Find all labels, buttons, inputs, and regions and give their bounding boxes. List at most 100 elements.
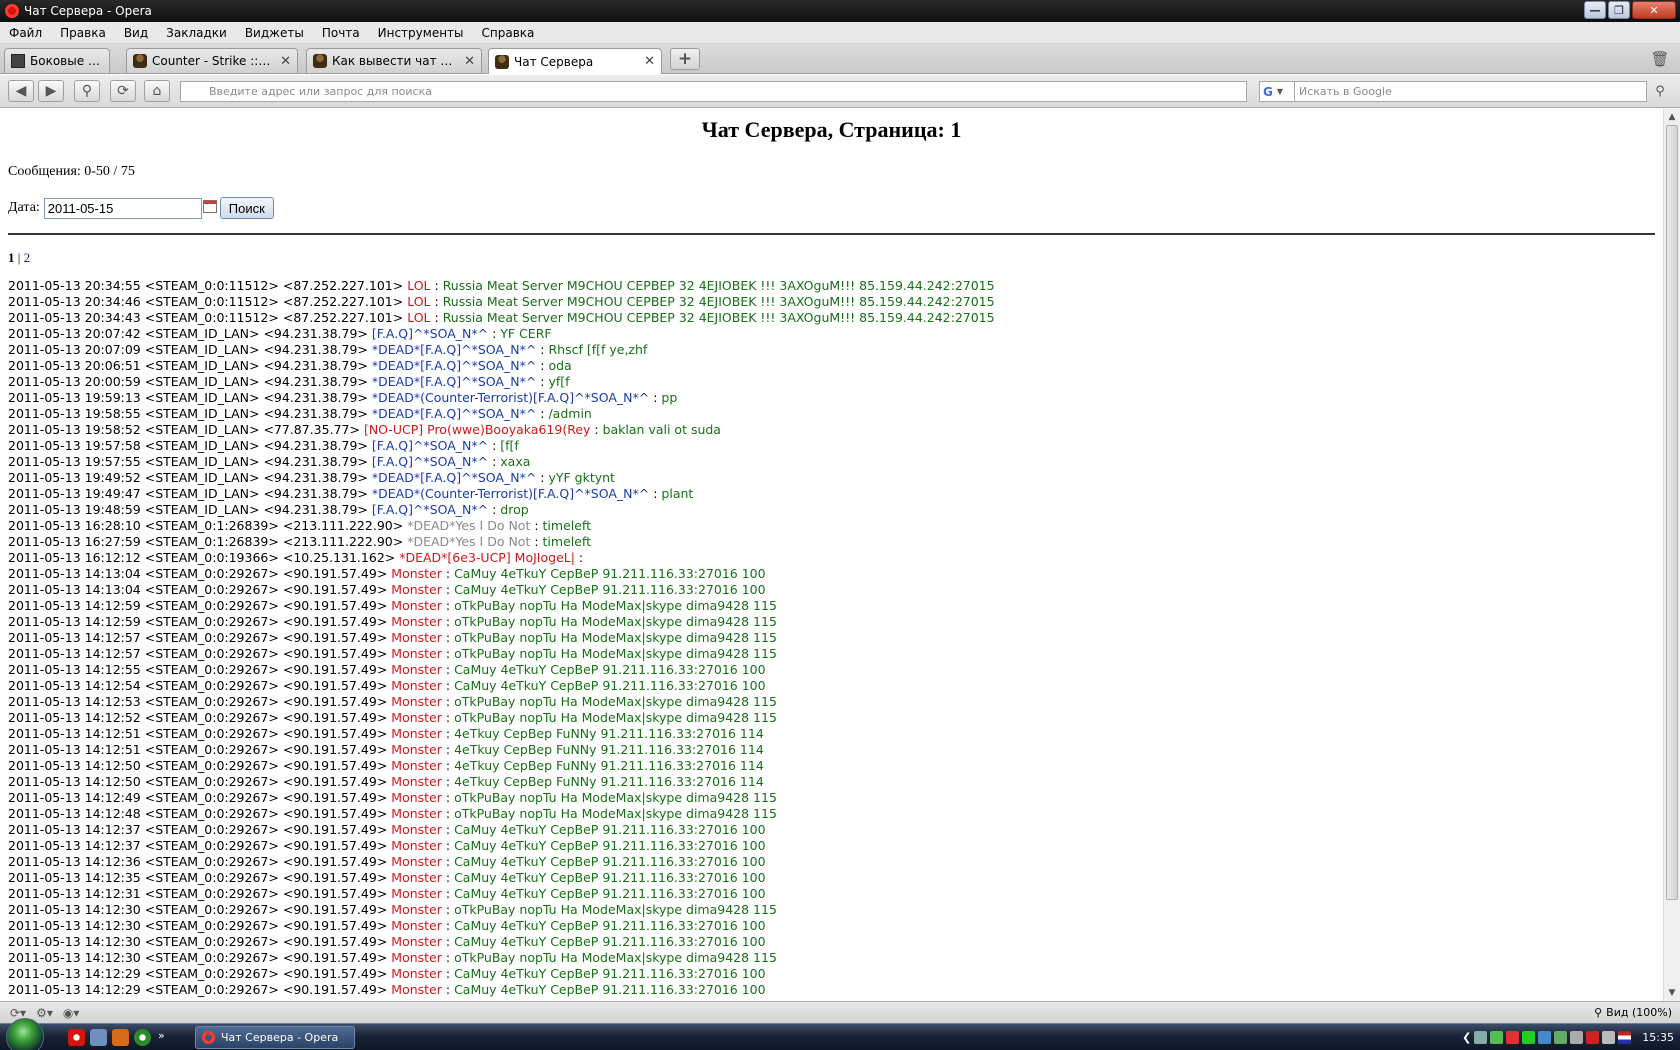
unite-icon[interactable]: ⚙▾ (36, 1006, 53, 1020)
chat-log-row: 2011-05-13 14:12:57 <STEAM_0:0:29267> <9… (8, 630, 995, 646)
volume-tray-icon[interactable] (1602, 1031, 1616, 1044)
start-button[interactable] (6, 1018, 44, 1050)
antivirus-tray-icon[interactable] (1586, 1031, 1600, 1044)
wand-button[interactable]: ⚲ (74, 80, 100, 102)
log-nick: Monster (391, 710, 442, 725)
menu-tools[interactable]: Инструменты (369, 26, 473, 40)
system-tray: ❮ 15:35 (1462, 1024, 1680, 1050)
log-separator: : (441, 582, 455, 597)
menu-file[interactable]: Файл (0, 26, 51, 40)
log-ip: <90.191.57.49> (282, 614, 388, 629)
log-ip: <94.231.38.79> (263, 502, 368, 517)
scroll-thumb[interactable] (1666, 125, 1678, 900)
calendar-icon[interactable] (202, 199, 217, 213)
trash-icon[interactable]: 🗑 (1650, 48, 1670, 70)
log-ip: <90.191.57.49> (282, 646, 388, 661)
close-window-button[interactable]: ✕ (1632, 1, 1676, 19)
page-scrollbar[interactable]: ▲ ▼ (1663, 109, 1680, 1001)
windows-taskbar: » Чат Сервера - Opera ❮ 15:35 (0, 1018, 1680, 1050)
minimize-button[interactable]: — (1584, 1, 1606, 19)
chat-log-row: 2011-05-13 14:12:29 <STEAM_0:0:29267> <9… (8, 966, 995, 982)
menu-bar: Файл Правка Вид Закладки Виджеты Почта И… (0, 22, 1680, 44)
chevron-left-icon[interactable]: ❮ (1462, 1031, 1471, 1044)
log-time: 2011-05-13 14:12:30 (8, 902, 141, 917)
menu-view[interactable]: Вид (115, 26, 157, 40)
search-icon[interactable]: ⚲ (1650, 82, 1670, 101)
log-message: YF CERF (500, 326, 552, 341)
icq-quicklaunch-icon[interactable] (134, 1029, 151, 1046)
scroll-down-arrow-icon[interactable]: ▼ (1664, 985, 1680, 1001)
explorer-quicklaunch-icon[interactable] (90, 1029, 107, 1046)
tab-panels[interactable]: Боковые панели (4, 48, 110, 73)
page-link-2[interactable]: 2 (24, 250, 31, 265)
devices-tray-icon[interactable] (1570, 1031, 1584, 1044)
log-nick: Monster (391, 726, 442, 741)
log-ip: <90.191.57.49> (282, 630, 388, 645)
log-message: 4eTkuy CepBep FuNNy 91.211.116.33:27016 … (454, 742, 764, 757)
opera-tray-icon[interactable] (1506, 1031, 1520, 1044)
log-steam-id: <STEAM_ID_LAN> (144, 358, 260, 373)
opera-quicklaunch-icon[interactable] (68, 1029, 85, 1046)
reload-icon: ⟳ (117, 83, 129, 99)
log-separator: : (441, 726, 455, 741)
network-tray-icon[interactable] (1538, 1031, 1552, 1044)
log-nick: Monster (391, 982, 442, 997)
log-ip: <90.191.57.49> (282, 662, 388, 677)
log-separator: : (441, 742, 455, 757)
log-nick: [F.A.Q]^*SOA_N*^ (371, 502, 489, 517)
log-ip: <90.191.57.49> (282, 886, 388, 901)
back-button[interactable]: ◀ (8, 80, 34, 102)
close-tab-icon[interactable]: ✕ (280, 54, 291, 69)
menu-help[interactable]: Справка (473, 26, 544, 40)
log-ip: <90.191.57.49> (282, 870, 388, 885)
chevron-right-icon[interactable]: » (158, 1029, 175, 1046)
nvidia-tray-icon[interactable] (1554, 1031, 1568, 1044)
log-separator: : (441, 918, 455, 933)
log-time: 2011-05-13 14:12:37 (8, 838, 141, 853)
home-button[interactable]: ⌂ (144, 80, 170, 102)
scroll-up-arrow-icon[interactable]: ▲ (1664, 109, 1680, 125)
chat-log-row: 2011-05-13 14:13:04 <STEAM_0:0:29267> <9… (8, 582, 995, 598)
language-tray-icon[interactable] (1618, 1031, 1632, 1044)
chat-log-row: 2011-05-13 14:12:30 <STEAM_0:0:29267> <9… (8, 950, 995, 966)
log-message: CaMuy 4eTkuY CepBeP 91.211.116.33:27016 … (454, 918, 766, 933)
close-tab-icon[interactable]: ✕ (644, 54, 655, 69)
menu-bookmarks[interactable]: Закладки (157, 26, 236, 40)
tab-server-chat[interactable]: Чат Сервера ✕ (488, 48, 662, 74)
app-quicklaunch-icon[interactable] (112, 1029, 129, 1046)
menu-widgets[interactable]: Виджеты (236, 26, 313, 40)
new-tab-button[interactable]: + (670, 48, 700, 70)
log-nick: Monster (391, 678, 442, 693)
search-input[interactable]: Искать в Google (1295, 81, 1647, 102)
date-input[interactable]: 2011-05-15 (43, 197, 217, 219)
green-tray-icon[interactable] (1522, 1031, 1536, 1044)
tab-chat-howto[interactable]: Как вывести чат на са... ✕ (306, 48, 482, 73)
menu-edit[interactable]: Правка (51, 26, 115, 40)
reload-button[interactable]: ⟳ (110, 80, 136, 102)
icq-tray-icon[interactable] (1490, 1031, 1504, 1044)
panel-icon (11, 54, 25, 68)
search-button[interactable]: Поиск (219, 197, 274, 219)
search-engine-selector[interactable]: G ▼ (1259, 81, 1295, 102)
log-ip: <90.191.57.49> (282, 694, 388, 709)
chat-log-row: 2011-05-13 14:12:30 <STEAM_0:0:29267> <9… (8, 918, 995, 934)
log-steam-id: <STEAM_0:0:29267> (144, 614, 279, 629)
menu-mail[interactable]: Почта (313, 26, 369, 40)
turbo-icon[interactable]: ◉▾ (63, 1006, 80, 1020)
log-steam-id: <STEAM_0:0:29267> (144, 806, 279, 821)
log-separator: : (536, 358, 549, 373)
log-message: oTkPuBay nopTu Ha ModeMax|skype dima9428… (454, 646, 777, 661)
steam-tray-icon[interactable] (1474, 1031, 1488, 1044)
tab-counter-strike[interactable]: Counter - Strike :: Supp... ✕ (126, 48, 298, 73)
taskbar-opera-button[interactable]: Чат Сервера - Opera (195, 1026, 355, 1049)
log-time: 2011-05-13 14:12:52 (8, 710, 141, 725)
address-input[interactable]: Введите адрес или запрос для поиска (180, 81, 1247, 102)
zoom-control[interactable]: ⚲ Вид (100%) (1594, 1006, 1672, 1019)
forward-button[interactable]: ▶ (38, 80, 64, 102)
maximize-button[interactable]: ❐ (1608, 1, 1630, 19)
log-steam-id: <STEAM_0:0:29267> (144, 982, 279, 997)
opera-window: Чат Сервера - Opera — ❐ ✕ Файл Правка Ви… (0, 0, 1680, 1050)
log-message: CaMuy 4eTkuY CepBeP 91.211.116.33:27016 … (454, 934, 766, 949)
close-tab-icon[interactable]: ✕ (464, 54, 475, 69)
log-nick: Monster (391, 566, 442, 581)
